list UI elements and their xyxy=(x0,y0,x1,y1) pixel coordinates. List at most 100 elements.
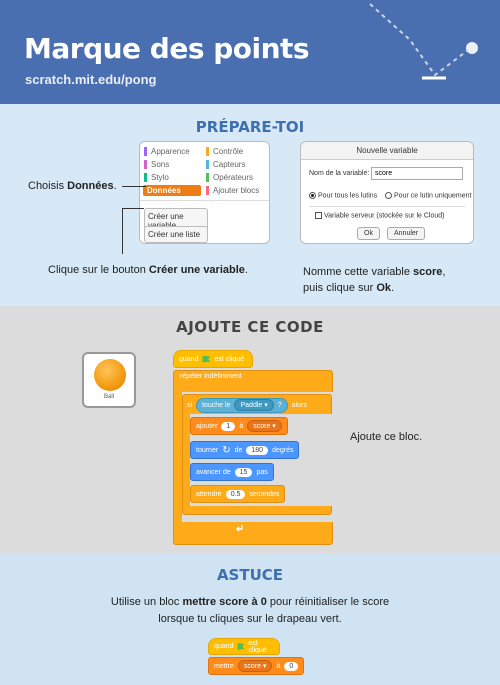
block-text: mettre xyxy=(214,662,234,670)
block-text: à xyxy=(239,422,244,430)
sound-swatch xyxy=(144,160,147,169)
cloud-variable-checkbox[interactable]: Variable serveur (stockée sur le Cloud) xyxy=(315,212,444,219)
ball-icon xyxy=(94,359,126,391)
category-data[interactable]: Données xyxy=(143,185,201,196)
instruction-bold: Données xyxy=(67,180,114,192)
dropdown-value: score xyxy=(253,423,271,430)
code-title: AJOUTE CE CODE xyxy=(176,318,324,336)
change-score-block[interactable]: ajouter 1 à score ▾ xyxy=(190,417,288,435)
block-text: à xyxy=(276,662,281,670)
header: Marque des points scratch.mit.edu/pong xyxy=(0,0,500,104)
page-title: Marque des points xyxy=(24,32,310,65)
category-looks[interactable]: Apparence xyxy=(144,147,190,156)
category-label: Opérateurs xyxy=(213,173,254,182)
instruction-bold: score xyxy=(413,266,443,278)
variable-name-label: Nom de la variable: xyxy=(309,170,370,177)
sprite-name: Ball xyxy=(103,394,114,400)
checkbox-label: Variable serveur (stockée sur le Cloud) xyxy=(324,212,445,220)
tip-when-flag-block[interactable]: quand est cliqué xyxy=(208,638,280,655)
move-steps-input[interactable]: 15 xyxy=(234,467,253,477)
dropdown-value: Paddle xyxy=(240,402,263,409)
block-text: tourner xyxy=(196,446,219,454)
tip-text: Utilise un bloc mettre score à 0 pour ré… xyxy=(0,594,500,628)
instruction-text: . xyxy=(113,180,117,192)
rotate-icon: ↻ xyxy=(222,444,231,456)
category-operators[interactable]: Opérateurs xyxy=(206,173,253,182)
move-block[interactable]: avancer de 15 pas xyxy=(190,463,274,481)
green-flag-icon xyxy=(237,643,245,650)
block-text: quand xyxy=(179,355,199,363)
turn-degrees-input[interactable]: 180 xyxy=(246,445,269,455)
if-header: si touche le Paddle ▾ ? alors xyxy=(182,397,312,413)
green-flag-icon xyxy=(202,355,211,363)
pong-decoration-icon xyxy=(369,3,478,80)
ball-sprite-thumbnail[interactable]: Ball xyxy=(82,352,136,408)
radio-all-sprites[interactable]: Pour tous les lutins xyxy=(309,192,377,199)
pointer-line xyxy=(122,208,123,254)
set-score-block[interactable]: mettre score ▾ à 0 xyxy=(208,657,305,675)
change-amount-input[interactable]: 1 xyxy=(221,421,236,431)
category-label: Apparence xyxy=(151,147,190,156)
category-sound[interactable]: Sons xyxy=(144,160,169,169)
pen-swatch xyxy=(144,173,147,182)
divider xyxy=(140,200,269,201)
click-create-instruction: Clique sur le bouton Créer une variable. xyxy=(48,264,248,276)
radio-selected-icon xyxy=(309,192,316,199)
wait-seconds-input[interactable]: 0.5 xyxy=(225,489,246,499)
tip-title: ASTUCE xyxy=(216,566,284,584)
category-control[interactable]: Contrôle xyxy=(206,147,243,156)
make-list-button[interactable]: Créer une liste xyxy=(144,226,208,243)
variable-dropdown[interactable]: score ▾ xyxy=(237,660,273,672)
wait-block[interactable]: attendre 0.5 secondes xyxy=(190,485,286,503)
control-swatch xyxy=(206,147,209,156)
when-flag-clicked-block[interactable]: quand est cliqué xyxy=(173,350,253,368)
add-block-note: Ajoute ce bloc. xyxy=(350,431,423,443)
dialog-divider xyxy=(309,206,465,207)
looks-swatch xyxy=(144,147,147,156)
block-text: degrés xyxy=(272,446,294,454)
radio-label: Pour ce lutin uniquement xyxy=(394,192,472,200)
turn-block[interactable]: tourner ↻ de 180 degrés xyxy=(190,441,300,459)
radio-this-sprite[interactable]: Pour ce lutin uniquement xyxy=(385,192,471,199)
more-blocks-swatch xyxy=(206,186,209,195)
variable-name-input[interactable]: score xyxy=(371,167,463,180)
code-section: AJOUTE CE CODE Ball quand est cliqué répé… xyxy=(0,306,500,554)
category-label: Sons xyxy=(151,160,170,169)
block-text: si xyxy=(187,401,193,409)
tip-line: pour réinitialiser le score xyxy=(266,596,390,608)
category-label: Stylo xyxy=(151,173,169,182)
touching-block[interactable]: touche le Paddle ▾ ? xyxy=(196,397,288,413)
cancel-button[interactable]: Annuler xyxy=(387,227,426,240)
category-label: Données xyxy=(147,186,181,195)
set-value-input[interactable]: 0 xyxy=(284,661,299,671)
radio-icon xyxy=(385,192,392,199)
block-text: est cliqué xyxy=(248,639,267,654)
instruction-text: . xyxy=(244,264,248,276)
sensing-swatch xyxy=(206,160,209,169)
category-panel: Apparence Contrôle Sons Capteurs Stylo O… xyxy=(139,141,270,244)
category-pen[interactable]: Stylo xyxy=(144,173,169,182)
instruction-text: . xyxy=(391,282,395,294)
category-sensing[interactable]: Capteurs xyxy=(206,160,245,169)
radio-label: Pour tous les lutins xyxy=(318,192,378,200)
category-more-blocks[interactable]: Ajouter blocs xyxy=(206,186,259,195)
block-text: secondes xyxy=(249,490,280,498)
paddle-dropdown[interactable]: Paddle ▾ xyxy=(234,399,274,411)
variable-dropdown[interactable]: score ▾ xyxy=(247,420,282,432)
page-url: scratch.mit.edu/pong xyxy=(25,72,157,87)
tip-section: ASTUCE Utilise un bloc mettre score à 0 … xyxy=(0,554,500,685)
tip-bold: mettre score à 0 xyxy=(182,596,267,608)
choose-data-instruction: Choisis Données. xyxy=(28,180,117,192)
ok-button[interactable]: Ok xyxy=(357,227,380,240)
prepare-title: PRÉPARE-TOI xyxy=(195,118,305,136)
category-label: Capteurs xyxy=(213,160,246,169)
instruction-text: Choisis xyxy=(28,180,68,192)
instruction-text: Nomme cette variable xyxy=(303,266,414,278)
prepare-section: PRÉPARE-TOI Apparence Contrôle Sons Capt… xyxy=(0,104,500,306)
operators-swatch xyxy=(206,173,209,182)
block-text: est cliqué xyxy=(214,355,245,363)
instruction-bold: Ok xyxy=(376,282,392,294)
block-text: pas xyxy=(256,468,268,476)
instruction-bold: Créer une variable xyxy=(148,264,245,276)
block-text: quand xyxy=(214,643,234,650)
